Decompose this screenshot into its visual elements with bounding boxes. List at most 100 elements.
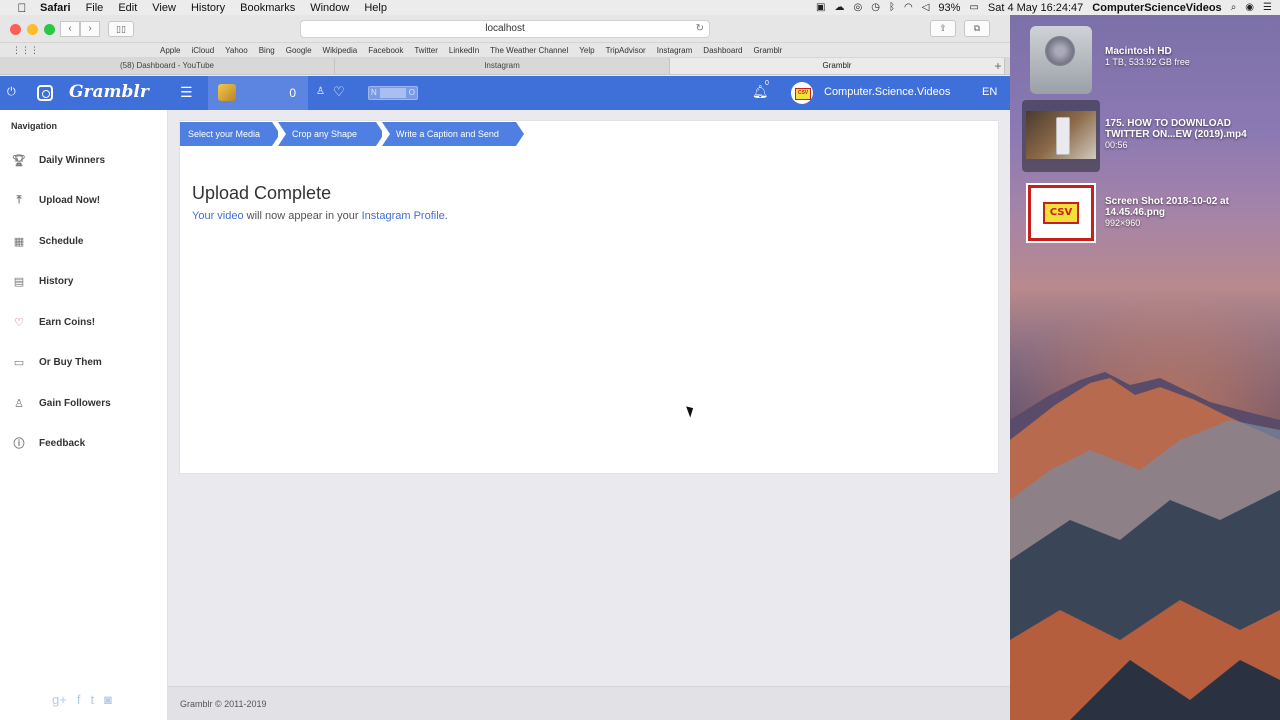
question-icon: ⓘ: [13, 438, 25, 450]
upload-message: Your video will now appear in your Insta…: [192, 210, 448, 222]
tab-youtube[interactable]: (58) Dashboard - YouTube: [0, 58, 335, 74]
bookmark-bing[interactable]: Bing: [259, 46, 275, 55]
reload-icon[interactable]: ↻: [696, 21, 704, 37]
volume-icon[interactable]: ◁: [922, 2, 930, 13]
facebook-icon[interactable]: f: [77, 692, 81, 707]
toggle-label-right: O: [408, 88, 415, 97]
mode-toggle[interactable]: N O: [368, 86, 418, 100]
notification-center-icon[interactable]: ☰: [1263, 2, 1272, 13]
bookmark-dashboard[interactable]: Dashboard: [703, 46, 742, 55]
step-crop-shape[interactable]: Crop any Shape: [278, 122, 384, 146]
coin-balance[interactable]: 0: [208, 76, 308, 110]
tab-gramblr[interactable]: Gramblr: [670, 58, 1005, 74]
bookmark-apple[interactable]: Apple: [160, 46, 180, 55]
step-caption-send[interactable]: Write a Caption and Send: [382, 122, 524, 146]
camera-icon[interactable]: ▣: [816, 2, 825, 13]
nav-heading: Navigation: [11, 121, 58, 131]
menu-bookmarks[interactable]: Bookmarks: [240, 2, 295, 14]
nav-item-feedback[interactable]: ⓘ Feedback: [11, 435, 86, 451]
siri-icon[interactable]: ◉: [1245, 2, 1254, 13]
nav-item-gain-followers[interactable]: ♙ Gain Followers: [11, 395, 111, 411]
nav-item-upload-now[interactable]: ⤒ Upload Now!: [11, 192, 101, 208]
menu-view[interactable]: View: [152, 2, 176, 14]
nav-item-earn-coins[interactable]: ♡ Earn Coins!: [11, 314, 95, 330]
clock[interactable]: Sat 4 May 16:24:47: [988, 2, 1083, 14]
bookmark-instagram[interactable]: Instagram: [657, 46, 693, 55]
apple-icon[interactable]: : [12, 1, 32, 15]
person-icon[interactable]: ♙: [316, 86, 325, 97]
video-file-icon[interactable]: [1022, 100, 1100, 172]
your-video-link[interactable]: Your video: [192, 210, 244, 222]
nav-item-history[interactable]: ▤ History: [11, 273, 74, 289]
nav-item-daily-winners[interactable]: 🏆︎ Daily Winners: [11, 152, 105, 168]
cloud-icon[interactable]: ☁: [834, 2, 844, 13]
sidebar-toggle-button[interactable]: ▯▯: [108, 21, 134, 37]
bookmark-google[interactable]: Google: [286, 46, 312, 55]
copyright-text: Gramblr © 2011-2019: [180, 699, 267, 709]
instagram-icon[interactable]: ◙: [104, 692, 112, 707]
nav-item-label: Schedule: [39, 235, 84, 247]
battery-percent[interactable]: 93%: [938, 2, 960, 14]
hard-drive-icon[interactable]: [1030, 26, 1092, 94]
language-selector[interactable]: EN: [982, 86, 997, 98]
twitter-icon[interactable]: t: [90, 692, 94, 707]
menu-app-name[interactable]: Safari: [40, 2, 71, 14]
desktop-item-name: 14.45.46.png: [1105, 207, 1166, 218]
avatar[interactable]: [791, 82, 813, 104]
accessibility-icon[interactable]: ◎: [853, 2, 862, 13]
tab-instagram[interactable]: Instagram: [335, 58, 670, 74]
toggle-knob: [380, 88, 406, 98]
bookmark-twitter[interactable]: Twitter: [414, 46, 438, 55]
close-window-button[interactable]: [10, 24, 21, 35]
menubar-user[interactable]: ComputerScienceVideos: [1092, 2, 1221, 14]
app-logo[interactable]: Gramblr: [69, 82, 149, 102]
address-bar[interactable]: localhost ↻: [300, 20, 710, 38]
bluetooth-icon[interactable]: ᛒ: [889, 2, 895, 13]
bookmark-yelp[interactable]: Yelp: [579, 46, 594, 55]
main-content: Select your Media Crop any Shape Write a…: [168, 110, 1010, 720]
nav-item-schedule[interactable]: ▦ Schedule: [11, 233, 84, 249]
power-icon[interactable]: ⏻: [7, 86, 16, 99]
bookmark-linkedin[interactable]: LinkedIn: [449, 46, 479, 55]
menu-edit[interactable]: Edit: [118, 2, 137, 14]
bookmark-gramblr[interactable]: Gramblr: [753, 46, 782, 55]
battery-icon[interactable]: ▭: [969, 2, 978, 13]
user-icon: ♙: [14, 397, 24, 410]
screenshot-file-icon[interactable]: CSV: [1026, 183, 1096, 243]
nav-item-buy-coins[interactable]: ▭ Or Buy Them: [11, 354, 102, 370]
minimize-window-button[interactable]: [27, 24, 38, 35]
bookmark-icloud[interactable]: iCloud: [191, 46, 214, 55]
bookmark-tripadvisor[interactable]: TripAdvisor: [606, 46, 646, 55]
menu-help[interactable]: Help: [364, 2, 387, 14]
nav-item-label: Feedback: [39, 437, 86, 449]
menu-history[interactable]: History: [191, 2, 225, 14]
zoom-window-button[interactable]: [44, 24, 55, 35]
step-select-media[interactable]: Select your Media: [180, 122, 280, 146]
bookmark-yahoo[interactable]: Yahoo: [225, 46, 248, 55]
heart-icon[interactable]: ♡: [333, 84, 345, 100]
bookmark-facebook[interactable]: Facebook: [368, 46, 403, 55]
instagram-profile-link[interactable]: Instagram Profile: [362, 210, 445, 222]
back-button[interactable]: ‹: [60, 21, 80, 37]
share-button[interactable]: ⇧: [930, 20, 956, 37]
bookmark-weather-channel[interactable]: The Weather Channel: [490, 46, 568, 55]
username[interactable]: Computer.Science.Videos: [824, 86, 950, 98]
hamburger-menu-icon[interactable]: ☰: [180, 84, 193, 101]
window-actions: ⇧ ⧉: [930, 20, 990, 37]
menu-window[interactable]: Window: [310, 2, 349, 14]
spotlight-icon[interactable]: ⌕: [1231, 2, 1237, 13]
menu-file[interactable]: File: [86, 2, 104, 14]
desktop-item-macintosh-hd[interactable]: Macintosh HD 1 TB, 533.92 GB free: [1105, 46, 1190, 67]
time-machine-icon[interactable]: ◷: [871, 2, 880, 13]
bookmark-wikipedia[interactable]: Wikipedia: [323, 46, 358, 55]
heart-icon: ♡: [14, 316, 24, 329]
desktop-item-video[interactable]: 175. HOW TO DOWNLOAD TWITTER ON...EW (20…: [1105, 118, 1247, 150]
google-plus-icon[interactable]: g+: [52, 692, 67, 707]
new-tab-button[interactable]: +: [989, 58, 1007, 74]
forward-button[interactable]: ›: [80, 21, 100, 37]
coin-count: 0: [289, 86, 296, 100]
wifi-icon[interactable]: ◠: [904, 2, 913, 13]
show-tabs-button[interactable]: ⧉: [964, 20, 990, 37]
desktop-item-screenshot[interactable]: Screen Shot 2018-10-02 at 14.45.46.png 9…: [1105, 196, 1229, 228]
top-sites-icon[interactable]: ⋮⋮⋮: [12, 45, 39, 56]
